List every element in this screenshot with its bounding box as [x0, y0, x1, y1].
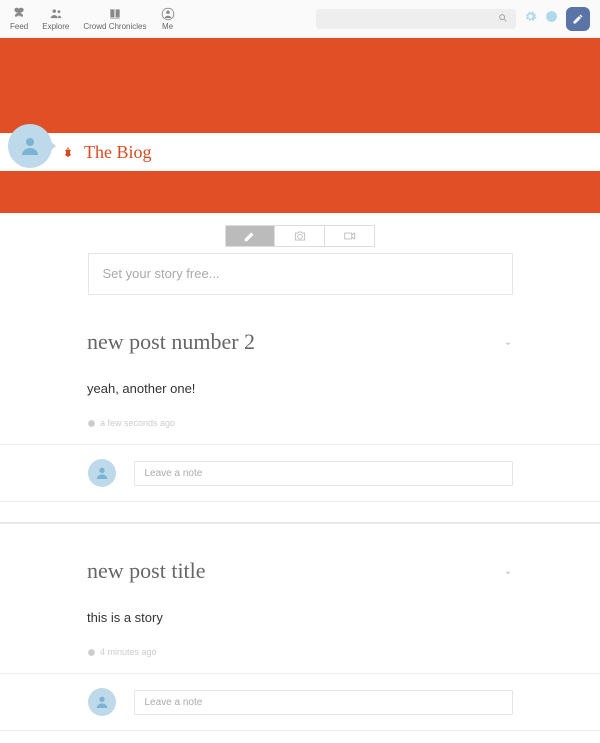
settings-icon[interactable] [524, 10, 537, 28]
post: new post title this is a story 4 minutes… [75, 524, 525, 657]
search-icon [498, 10, 508, 28]
post: new post number 2 yeah, another one! a f… [75, 295, 525, 428]
note-section [0, 444, 600, 502]
blog-title: The Biog [84, 142, 152, 163]
avatar-icon [94, 465, 110, 481]
nav-feed[interactable]: Feed [10, 6, 28, 31]
camera-icon [293, 229, 307, 243]
pencil-icon [243, 229, 257, 243]
nav-feed-label: Feed [10, 22, 28, 31]
search-box[interactable] [316, 9, 516, 29]
post-title-text: new post title [87, 558, 206, 584]
composer-tabs [225, 225, 375, 247]
post-timestamp: a few seconds ago [100, 418, 175, 428]
composer-tab-video[interactable] [325, 225, 375, 247]
post-title[interactable]: new post number 2 [87, 329, 513, 355]
avatar-icon [94, 694, 110, 710]
note-input[interactable] [145, 697, 502, 708]
note-avatar[interactable] [88, 459, 116, 487]
post-title-text: new post number 2 [87, 329, 255, 355]
composer: Set your story free... [0, 213, 600, 295]
note-section [0, 673, 600, 731]
nav-chronicles[interactable]: Crowd Chronicles [83, 6, 146, 31]
post-timestamp: 4 minutes ago [100, 647, 157, 657]
story-placeholder: Set your story free... [103, 266, 220, 281]
note-input-wrap[interactable] [134, 461, 513, 486]
post-body: yeah, another one! [87, 381, 513, 396]
info-icon[interactable] [545, 10, 558, 28]
composer-tab-text[interactable] [225, 225, 275, 247]
nav-explore-label: Explore [42, 22, 69, 31]
nav-me-label: Me [162, 22, 173, 31]
avatar-icon [18, 134, 42, 158]
post-meta: 4 minutes ago [87, 647, 513, 657]
blog-hero: The Biog [0, 38, 600, 213]
blog-title-strip: The Biog [0, 133, 600, 171]
book-icon [108, 6, 122, 22]
nav-me[interactable]: Me [161, 6, 175, 31]
story-composer[interactable]: Set your story free... [88, 253, 513, 295]
post-body: this is a story [87, 610, 513, 625]
video-icon [343, 229, 357, 243]
note-avatar[interactable] [88, 688, 116, 716]
post-meta: a few seconds ago [87, 418, 513, 428]
bug-icon [62, 142, 74, 163]
post-title[interactable]: new post title [87, 558, 513, 584]
user-circle-icon [161, 6, 175, 22]
clock-icon [87, 648, 96, 657]
clock-icon [87, 419, 96, 428]
note-input[interactable] [145, 468, 502, 479]
butterfly-icon [12, 6, 26, 22]
chevron-down-icon[interactable] [503, 329, 513, 355]
chevron-down-icon[interactable] [503, 558, 513, 584]
search-input[interactable] [324, 13, 498, 24]
pencil-icon [572, 13, 584, 25]
top-nav: Feed Explore Crowd Chronicles Me [0, 0, 600, 38]
compose-button[interactable] [566, 7, 590, 31]
note-input-wrap[interactable] [134, 690, 513, 715]
people-icon [49, 6, 63, 22]
nav-chronicles-label: Crowd Chronicles [83, 22, 146, 31]
blog-avatar[interactable] [8, 124, 52, 168]
composer-tab-photo[interactable] [275, 225, 325, 247]
nav-explore[interactable]: Explore [42, 6, 69, 31]
